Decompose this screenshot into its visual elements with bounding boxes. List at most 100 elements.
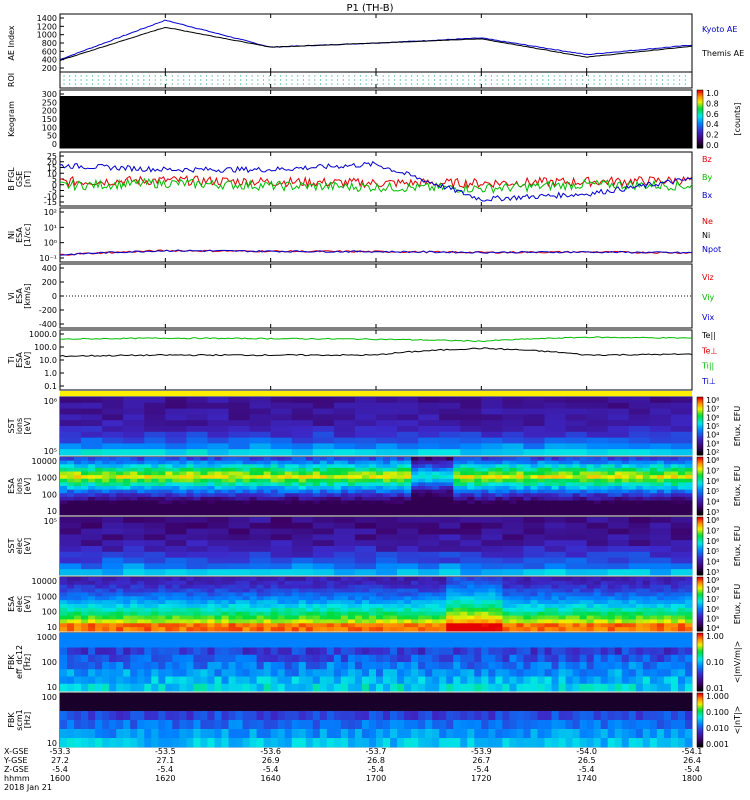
spectrogram-cell — [228, 426, 250, 433]
spectrogram-cell — [256, 654, 265, 663]
spectrogram-cell — [376, 546, 398, 553]
spectrogram-cell — [635, 467, 644, 472]
spectrogram-cell — [109, 623, 117, 628]
spectrogram-cell — [186, 611, 194, 616]
spectrogram-cell — [439, 584, 447, 589]
spectrogram-cell — [312, 464, 321, 469]
spectrogram-cell — [165, 580, 173, 586]
spectrogram-cell — [137, 676, 145, 685]
roi-dot — [240, 79, 242, 81]
spectrogram-cell — [607, 596, 616, 601]
spectrogram-cell — [123, 511, 131, 516]
spectrogram-cell — [565, 397, 588, 404]
spectrogram-cell — [368, 467, 377, 472]
spectrogram-cell — [109, 627, 117, 632]
spectrogram-cell — [144, 557, 166, 564]
spectrogram-cell — [418, 522, 440, 529]
spectrogram-cell — [425, 596, 433, 601]
spectrogram-cell — [88, 500, 96, 505]
spectrogram-cell — [453, 683, 461, 692]
spectrogram-cell — [144, 611, 152, 616]
spectrogram-cell — [397, 647, 405, 656]
spectrogram-cell — [579, 592, 588, 597]
spectrogram-cell — [74, 486, 82, 491]
spectrogram-cell — [102, 443, 124, 450]
spectrogram-cell — [607, 557, 630, 564]
roi-dot — [479, 79, 481, 81]
spectrogram-cell — [523, 443, 545, 450]
spectrogram-cell — [614, 623, 623, 628]
spectrogram-cell — [376, 507, 384, 512]
spectrogram-cell — [242, 623, 250, 628]
spectrogram-cell — [81, 489, 89, 494]
spectrogram-cell — [298, 584, 307, 589]
spectrogram-cell — [411, 577, 419, 582]
spectrogram-cell — [523, 426, 545, 433]
spectrogram-cell — [509, 596, 517, 601]
spectrogram-cell — [565, 408, 588, 415]
spectrogram-cell — [207, 615, 215, 620]
spectrogram-cell — [628, 402, 651, 409]
spectrogram-cell — [81, 596, 89, 601]
spectrogram-cell — [404, 467, 412, 472]
spectrogram-cell — [488, 604, 496, 609]
velocity-ytick-label: 0 — [52, 292, 57, 301]
spectrogram-cell — [544, 534, 566, 541]
roi-dot — [268, 83, 270, 85]
spectrogram-cell — [81, 467, 89, 472]
spectrogram-cell — [628, 654, 637, 663]
spectrogram-cell — [607, 475, 616, 480]
roi-dot — [97, 75, 99, 77]
spectrogram-cell — [425, 511, 433, 516]
spectrogram-cell — [333, 596, 342, 601]
spectrogram-cell — [642, 623, 651, 628]
spectrogram-cell — [67, 584, 75, 589]
spectrogram-cell — [600, 460, 609, 465]
spectrogram-cell — [642, 478, 651, 483]
spectrogram-cell — [158, 467, 166, 472]
ae-series-1-path — [59, 26, 693, 62]
roi-dot — [297, 79, 299, 81]
spectrogram-cell — [333, 504, 342, 509]
spectrogram-cell — [656, 633, 665, 641]
spectrogram-cell — [663, 627, 672, 632]
spectrogram-cell — [179, 588, 187, 593]
spectrogram-cell — [368, 676, 377, 685]
spectrogram-cell — [586, 569, 609, 576]
spectrogram-cell — [593, 457, 602, 462]
spectrogram-cell — [481, 478, 489, 483]
spectrogram-cell — [530, 577, 538, 582]
spectrogram-cell — [439, 443, 461, 450]
spectrogram-cell — [249, 588, 258, 593]
spectrogram-cell — [235, 493, 243, 498]
spectrogram-cell — [291, 627, 300, 632]
spectrogram-cell — [312, 551, 335, 558]
spectrogram-cell — [586, 662, 595, 670]
spectrogram-cell — [249, 647, 258, 656]
spectrogram-cell — [354, 431, 377, 438]
spectrogram-cell — [88, 482, 96, 487]
roi-dot — [462, 75, 464, 77]
spectrogram-cell — [151, 489, 159, 494]
spectrogram-cell — [649, 489, 658, 494]
roi-dot — [405, 83, 407, 85]
spectrogram-cell — [607, 482, 616, 487]
roi-dot — [411, 83, 413, 85]
spectrogram-cell — [235, 604, 243, 609]
spectrogram-cell — [635, 676, 644, 685]
spectrogram-cell — [635, 496, 644, 501]
spectrogram-cell — [291, 615, 300, 620]
spectrogram-cell — [354, 546, 377, 553]
spectrogram-cell — [600, 511, 609, 516]
spectrogram-cell — [312, 493, 321, 498]
spectrogram-cell — [137, 584, 145, 589]
spectrogram-cell — [684, 623, 693, 628]
roi-dot — [308, 83, 310, 85]
spectrogram-cell — [481, 467, 489, 472]
spectrogram-cell — [305, 662, 314, 670]
spectrogram-cell — [593, 640, 602, 648]
spectrogram-cell — [116, 478, 124, 483]
spectrogram-cell — [544, 580, 552, 586]
spectrogram-cell — [621, 584, 630, 589]
spectrogram-cell — [439, 600, 447, 605]
